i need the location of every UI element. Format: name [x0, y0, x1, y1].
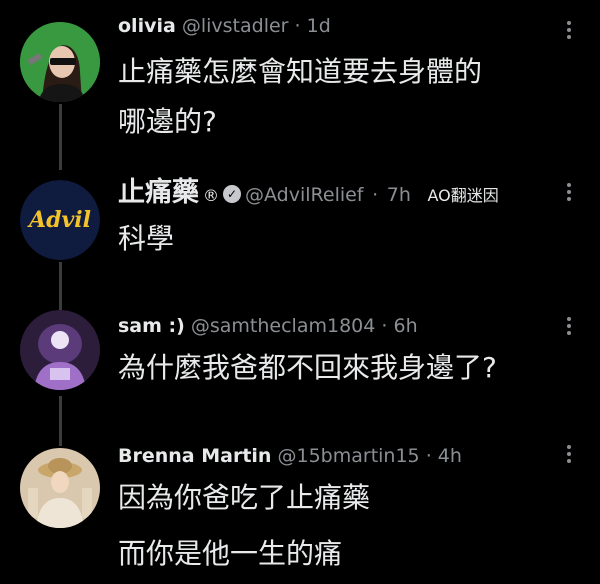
separator-dot: ·	[294, 15, 301, 37]
timestamp[interactable]: 7h	[387, 184, 411, 206]
tweet-header: 止痛藥 ® ✓ @AdvilRelief · 7h AO翻迷因	[118, 177, 499, 212]
avatar-photo	[20, 22, 100, 102]
advil-logo: Advil	[20, 180, 100, 260]
user-handle[interactable]: @livstadler	[182, 15, 289, 37]
avatar[interactable]	[20, 22, 100, 102]
display-name[interactable]: olivia	[118, 15, 176, 37]
separator-dot: ·	[381, 315, 388, 337]
tweet[interactable]: Brenna Martin @15bmartin15 · 4h 因為你爸吃了止痛…	[0, 430, 600, 584]
tweet-text-line: 因為你爸吃了止痛藥	[118, 481, 371, 514]
tweet[interactable]: Advil 止痛藥 ® ✓ @AdvilRelief · 7h AO翻迷因 科學	[0, 160, 600, 290]
tweet-header: sam :) @samtheclam1804 · 6h	[118, 313, 418, 339]
tweet-text-line: 哪邊的?	[118, 105, 217, 138]
user-handle[interactable]: @samtheclam1804	[191, 315, 375, 337]
display-name[interactable]: sam :)	[118, 315, 185, 337]
display-name[interactable]: 止痛藥	[118, 177, 199, 208]
timestamp[interactable]: 6h	[393, 315, 417, 337]
avatar-photo	[20, 310, 100, 390]
more-options-icon[interactable]	[562, 442, 576, 466]
timestamp[interactable]: 4h	[438, 445, 462, 467]
verified-badge-icon: ✓	[223, 184, 241, 203]
user-handle[interactable]: @15bmartin15	[278, 445, 420, 467]
tweet-text-line: 科學	[118, 222, 175, 255]
logo-text: Advil	[29, 207, 91, 233]
tweet-text-line: 而你是他一生的痛	[118, 537, 343, 570]
more-options-icon[interactable]	[562, 180, 576, 204]
avatar[interactable]: Advil	[20, 180, 100, 260]
timestamp[interactable]: 1d	[307, 15, 331, 37]
tweet-header: olivia @livstadler · 1d	[118, 13, 331, 39]
avatar-photo	[20, 448, 100, 528]
more-options-icon[interactable]	[562, 314, 576, 338]
tweet[interactable]: sam :) @samtheclam1804 · 6h 為什麼我爸都不回來我身邊…	[0, 300, 600, 430]
separator-dot: ·	[425, 445, 432, 467]
separator-dot: ·	[372, 184, 379, 206]
tweet[interactable]: olivia @livstadler · 1d 止痛藥怎麼會知道要去身體的 哪邊…	[0, 0, 600, 160]
user-handle[interactable]: @AdvilRelief	[245, 184, 364, 206]
avatar[interactable]	[20, 448, 100, 528]
tweet-header: Brenna Martin @15bmartin15 · 4h	[118, 443, 462, 469]
display-name[interactable]: Brenna Martin	[118, 445, 271, 467]
tweet-text-line: 止痛藥怎麼會知道要去身體的	[118, 55, 483, 88]
tweet-text-line: 為什麼我爸都不回來我身邊了?	[118, 351, 497, 384]
avatar[interactable]	[20, 310, 100, 390]
more-options-icon[interactable]	[562, 18, 576, 42]
watermark-tag: AO翻迷因	[427, 186, 499, 205]
registered-mark: ®	[203, 186, 219, 205]
